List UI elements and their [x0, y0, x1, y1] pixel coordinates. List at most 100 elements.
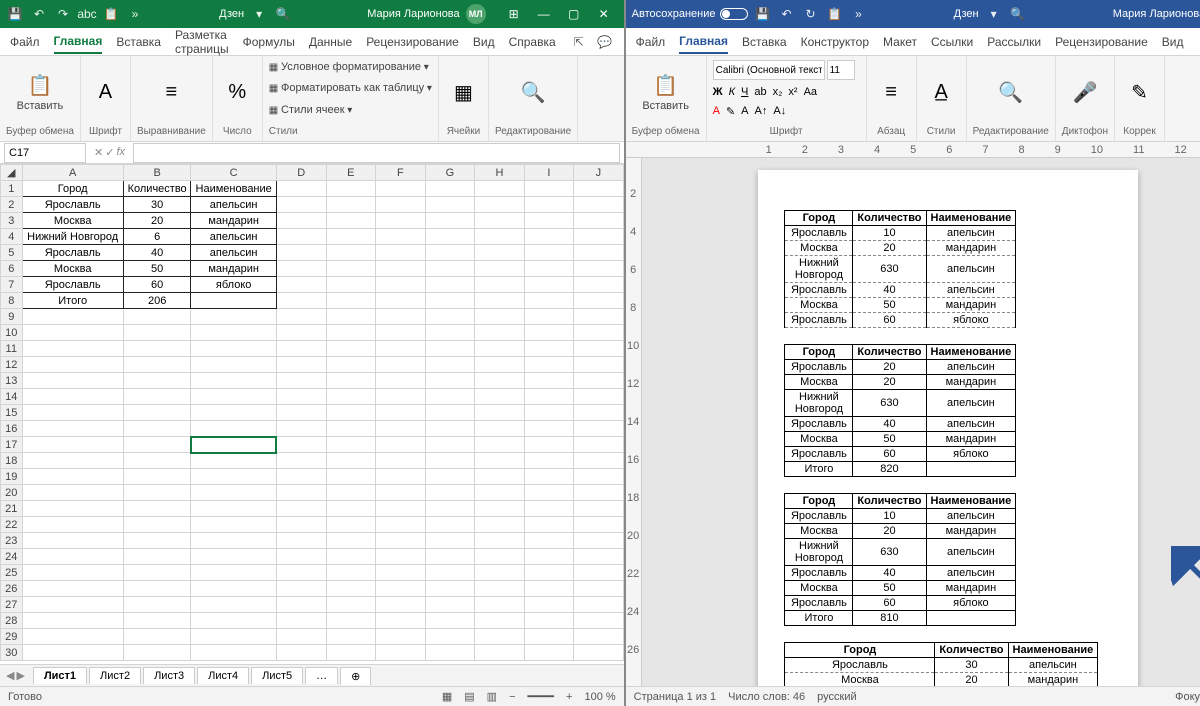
cell[interactable]	[574, 645, 624, 661]
cell[interactable]	[574, 261, 624, 277]
cell[interactable]: Нижний Новгород	[22, 229, 123, 245]
cell[interactable]	[123, 645, 191, 661]
cell[interactable]: Москва	[22, 261, 123, 277]
font-size[interactable]	[827, 60, 855, 80]
cell[interactable]	[574, 357, 624, 373]
window-icon[interactable]: ⊞	[500, 2, 528, 26]
cell[interactable]	[475, 469, 525, 485]
cell[interactable]	[376, 325, 426, 341]
cell[interactable]	[22, 629, 123, 645]
cell[interactable]	[475, 325, 525, 341]
cell[interactable]	[276, 277, 326, 293]
redo-icon[interactable]: ↻	[802, 5, 820, 23]
cell[interactable]	[425, 469, 475, 485]
cell[interactable]	[123, 389, 191, 405]
cell[interactable]: 50	[123, 261, 191, 277]
cell[interactable]	[376, 405, 426, 421]
cell[interactable]	[425, 213, 475, 229]
highlight-icon[interactable]: ✎	[726, 105, 735, 118]
cell[interactable]: 30	[123, 197, 191, 213]
col-header[interactable]: B	[123, 165, 191, 181]
cell[interactable]	[524, 453, 573, 469]
cell[interactable]	[475, 629, 525, 645]
cell[interactable]	[475, 261, 525, 277]
find-icon[interactable]: 🔍	[521, 80, 546, 105]
cond-format[interactable]: ▦ Условное форматирование ▾	[269, 60, 429, 74]
cell[interactable]	[376, 181, 426, 197]
tab-mail[interactable]: Рассылки	[987, 31, 1041, 53]
italic-icon[interactable]: К	[729, 86, 735, 98]
cell[interactable]	[574, 437, 624, 453]
col-header[interactable]: E	[326, 165, 376, 181]
cell[interactable]	[326, 437, 376, 453]
cell[interactable]	[475, 453, 525, 469]
paste-button[interactable]: 📋Вставить	[642, 73, 689, 112]
cell[interactable]	[276, 453, 326, 469]
row-header[interactable]: 6	[1, 261, 23, 277]
cell[interactable]	[326, 309, 376, 325]
cell[interactable]	[574, 597, 624, 613]
view-normal-icon[interactable]: ▦	[442, 690, 452, 703]
col-header[interactable]: I	[524, 165, 573, 181]
cell[interactable]	[376, 469, 426, 485]
cell[interactable]	[425, 341, 475, 357]
cell[interactable]	[524, 501, 573, 517]
cell[interactable]	[475, 373, 525, 389]
cell[interactable]: 206	[123, 293, 191, 309]
cell[interactable]	[326, 405, 376, 421]
cell[interactable]	[191, 485, 277, 501]
cell[interactable]	[376, 341, 426, 357]
tab-file[interactable]: Файл	[636, 31, 666, 53]
cell[interactable]	[425, 405, 475, 421]
cell[interactable]	[376, 501, 426, 517]
cell[interactable]	[524, 309, 573, 325]
document-area[interactable]: 2468101214161820222426 ГородКоличествоНа…	[626, 158, 1200, 686]
cell[interactable]	[22, 421, 123, 437]
cell[interactable]	[574, 565, 624, 581]
cell[interactable]	[276, 245, 326, 261]
cell[interactable]	[276, 309, 326, 325]
search-icon[interactable]: 🔍	[274, 5, 292, 23]
cell[interactable]	[326, 261, 376, 277]
cell[interactable]	[524, 613, 573, 629]
col-header[interactable]: H	[475, 165, 525, 181]
row-header[interactable]: 10	[1, 325, 23, 341]
cell[interactable]	[326, 517, 376, 533]
tab-file[interactable]: Файл	[10, 31, 40, 53]
cell[interactable]	[123, 341, 191, 357]
cell[interactable]	[123, 549, 191, 565]
cell[interactable]	[191, 581, 277, 597]
row-header[interactable]: 26	[1, 581, 23, 597]
cell[interactable]	[475, 517, 525, 533]
tab-view[interactable]: Вид	[1162, 31, 1184, 53]
underline-icon[interactable]: Ч	[741, 86, 748, 98]
cell[interactable]	[22, 501, 123, 517]
cell[interactable]	[475, 213, 525, 229]
cell[interactable]	[574, 469, 624, 485]
cell[interactable]	[191, 341, 277, 357]
tab-review[interactable]: Рецензирование	[1055, 31, 1148, 53]
row-header[interactable]: 15	[1, 405, 23, 421]
cell[interactable]	[191, 469, 277, 485]
cell[interactable]	[574, 229, 624, 245]
cell[interactable]: Москва	[22, 213, 123, 229]
font-color-icon[interactable]: A	[713, 105, 720, 117]
cell[interactable]	[425, 597, 475, 613]
cell[interactable]	[123, 565, 191, 581]
cell[interactable]	[425, 229, 475, 245]
cell[interactable]: Ярославль	[22, 277, 123, 293]
col-header[interactable]: C	[191, 165, 277, 181]
cell[interactable]	[191, 389, 277, 405]
cell[interactable]	[376, 261, 426, 277]
avatar[interactable]: МЛ	[466, 4, 486, 24]
cell[interactable]	[574, 549, 624, 565]
cell[interactable]	[574, 245, 624, 261]
view-page-icon[interactable]: ▤	[464, 690, 474, 703]
cell[interactable]	[22, 389, 123, 405]
cell[interactable]	[22, 309, 123, 325]
cell[interactable]	[376, 437, 426, 453]
col-header[interactable]: J	[574, 165, 624, 181]
cell[interactable]: апельсин	[191, 197, 277, 213]
formula-input[interactable]	[133, 143, 620, 163]
cell[interactable]: Количество	[123, 181, 191, 197]
